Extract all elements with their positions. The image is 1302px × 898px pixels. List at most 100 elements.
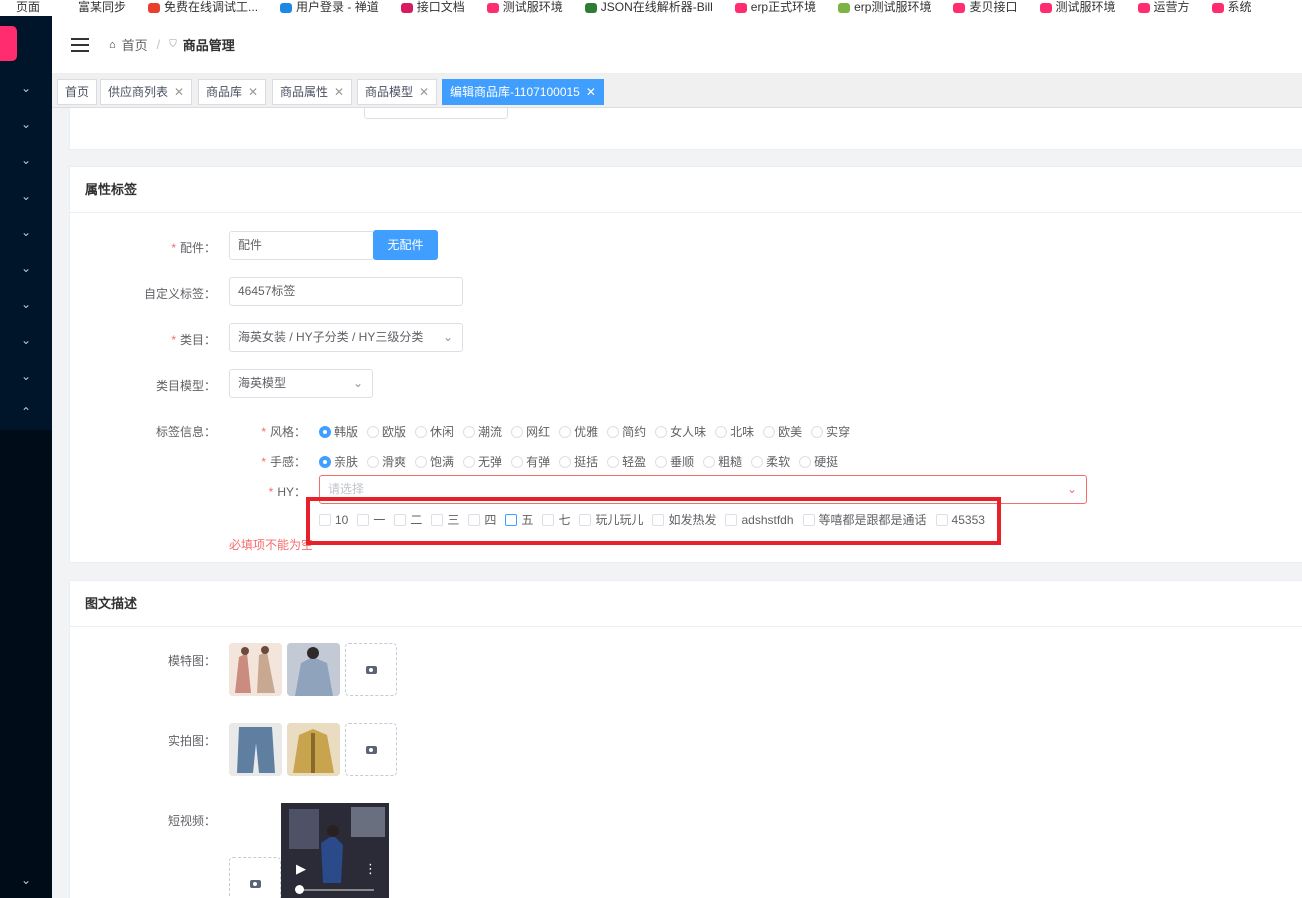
radio-label: 欧美 [778,425,803,439]
real-image-1[interactable] [229,723,282,776]
chevron-down-icon: ⌄ [20,81,32,95]
close-icon[interactable]: ✕ [334,85,344,99]
category-model-label: 类目模型： [155,379,216,393]
radio-label: 网红 [526,425,551,439]
tab-item[interactable]: 商品模型 ✕ [357,79,438,105]
tab-item[interactable]: 商品属性 ✕ [272,79,353,105]
sidebar-item[interactable]: ⌄ [0,106,52,142]
sidebar: ⌄ ⌄ ⌄ ⌄ ⌄ ⌄ ⌄ ⌄ ⌄ ⌃ ⌄ [0,16,52,898]
custom-tag-input[interactable]: 46457标签 [229,277,463,306]
top-header: ⌂ 首页 / ⛉ 商品管理 [52,16,1302,74]
radio-option[interactable]: 轻盈 [607,453,646,470]
bookmark-item[interactable]: erp正式环境 [734,0,816,14]
desc-section-title: 图文描述 [70,581,1302,627]
sidebar-item[interactable]: ⌄ [0,214,52,250]
radio-option[interactable]: 挺括 [559,453,598,470]
sidebar-item[interactable]: ⌄ [0,178,52,214]
radio-option[interactable]: 欧美 [763,423,802,440]
sidebar-item[interactable]: ⌄ [0,142,52,178]
chevron-down-icon: ⌄ [20,261,32,275]
sidebar-item-bottom[interactable]: ⌄ [0,862,52,898]
radio-option[interactable]: 实穿 [811,423,850,440]
bookmark-item[interactable]: 测试服环境 [1039,0,1116,14]
radio-option[interactable]: 简约 [607,423,646,440]
radio-option[interactable]: 无弹 [463,453,502,470]
tab-item[interactable]: 商品库 ✕ [198,79,267,105]
breadcrumb-separator: / [156,37,161,52]
bookmark-item[interactable]: 页面 [0,0,40,14]
bookmark-icon [1211,2,1224,13]
radio-option[interactable]: 网红 [511,423,550,440]
more-icon[interactable]: ⋮ [364,861,377,877]
bookmark-item[interactable]: 免费在线调试工... [148,0,258,14]
close-icon[interactable]: ✕ [586,85,596,99]
previous-input[interactable] [364,108,508,119]
radio-circle [607,455,620,468]
bookmark-item[interactable]: 测试服环境 [486,0,563,14]
radio-option[interactable]: 女人味 [655,423,706,440]
real-image-2[interactable] [287,723,340,776]
video-progress-track[interactable] [299,889,374,891]
radio-option[interactable]: 有弹 [511,453,550,470]
radio-option[interactable]: 休闲 [415,423,454,440]
bookmark-icon [62,2,75,13]
bookmark-item[interactable]: erp测试服环境 [838,0,931,14]
bookmark-item[interactable]: 富某同步 [62,0,126,14]
radio-option[interactable]: 潮流 [463,423,502,440]
radio-option[interactable]: 粗糙 [703,453,742,470]
tab-label: 商品模型 [365,85,414,99]
tab-label: 首页 [65,85,90,99]
radio-option[interactable]: 饱满 [415,453,454,470]
sweater-image [287,643,340,696]
video-progress-handle[interactable] [295,885,304,894]
radio-option[interactable]: 韩版 [319,423,358,440]
model-image-2[interactable] [287,643,340,696]
breadcrumb-home[interactable]: 首页 [122,35,148,54]
bookmark-icon [1039,2,1052,13]
attr-section-title: 属性标签 [70,167,1302,213]
bookmark-icon [400,2,413,13]
play-icon[interactable]: ▶ [296,861,306,877]
shirt-icon: ⛉ [169,39,177,50]
sidebar-item[interactable]: ⌄ [0,322,52,358]
video-player[interactable]: ▶ ⋮ [281,803,389,898]
chevron-down-icon: ⌄ [352,376,363,390]
bookmark-item[interactable]: 运营方 [1137,0,1190,14]
tab-item[interactable]: 编辑商品库-1107100015 ✕ [442,79,604,105]
video-upload[interactable] [229,857,281,898]
radio-option[interactable]: 柔软 [751,453,790,470]
close-icon[interactable]: ✕ [248,85,258,99]
category-cascader[interactable]: 海英女装 / HY子分类 / HY三级分类 ⌄ [229,323,463,352]
bookmark-item[interactable]: 接口文档 [400,0,465,14]
bookmark-item[interactable]: 用户登录 - 禅道 [280,0,379,14]
radio-option[interactable]: 优雅 [559,423,598,440]
bookmark-item[interactable]: 麦贝接口 [953,0,1018,14]
radio-option[interactable]: 北味 [715,423,754,440]
tab-item[interactable]: 首页 [57,79,98,105]
category-model-select[interactable]: 海英模型 ⌄ [229,369,373,398]
model-image-1[interactable] [229,643,282,696]
radio-circle [763,425,776,438]
tab-item[interactable]: 供应商列表 ✕ [100,79,193,105]
sidebar-item[interactable]: ⌄ [0,70,52,106]
close-icon[interactable]: ✕ [174,85,184,99]
model-image-upload[interactable] [345,643,397,696]
accessory-input[interactable]: 配件 [229,231,374,260]
close-icon[interactable]: ✕ [419,85,429,99]
bookmark-item[interactable]: 系统 [1211,0,1252,14]
sidebar-item[interactable]: ⌃ [0,394,52,430]
radio-option[interactable]: 欧版 [367,423,406,440]
logo-icon[interactable] [0,26,17,61]
no-accessory-button[interactable]: 无配件 [373,230,438,260]
radio-circle [319,455,331,468]
radio-option[interactable]: 硬挺 [799,453,838,470]
bookmark-item[interactable]: JSON在线解析器-Bill [584,0,713,14]
real-image-upload[interactable] [345,723,397,776]
sidebar-item[interactable]: ⌄ [0,358,52,394]
radio-option[interactable]: 滑爽 [367,453,406,470]
sidebar-item[interactable]: ⌄ [0,286,52,322]
radio-option[interactable]: 垂顺 [655,453,694,470]
hamburger-icon[interactable] [71,37,89,52]
sidebar-item[interactable]: ⌄ [0,250,52,286]
radio-option[interactable]: 亲肤 [319,453,358,470]
